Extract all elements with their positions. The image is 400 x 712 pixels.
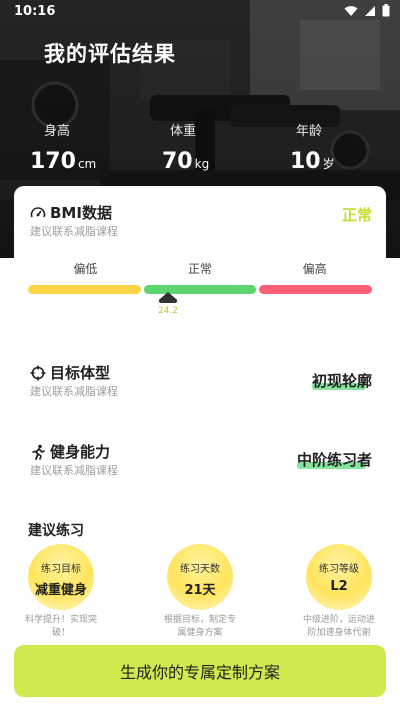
exercise-goal-value: 减重健身: [34, 583, 87, 598]
bmi-title: BMI数据: [50, 204, 112, 222]
exercise-days-desc: 根据目标，制定专属健身方案: [163, 615, 236, 638]
stat-age-value: 10: [290, 149, 321, 174]
bmi-pointer-icon: [159, 292, 177, 303]
stat-height: 身高 170 cm: [30, 120, 96, 174]
target-section-header: 目标体型: [30, 362, 110, 383]
fitness-title: 健身能力: [50, 443, 111, 461]
running-person-icon: [32, 444, 45, 460]
generate-plan-button[interactable]: 生成你的专属定制方案: [14, 645, 386, 697]
exercise-goal-label: 练习目标: [41, 564, 81, 575]
bmi-section-header: BMI数据: [30, 202, 112, 223]
bmi-subtitle: 建议联系减脂课程: [30, 225, 118, 238]
status-time: 10:16: [14, 4, 56, 19]
exercise-level-badge: 练习等级 L2: [306, 544, 372, 610]
exercise-item-days[interactable]: 练习天数 21天 根据目标，制定专属健身方案: [155, 544, 245, 640]
fitness-subtitle: 建议联系减脂课程: [30, 464, 118, 477]
stat-height-unit: cm: [77, 157, 97, 171]
stat-weight-label: 体重: [170, 124, 197, 139]
exercise-level-label: 练习等级: [319, 564, 359, 575]
exercise-level-desc: 中级进阶，运动进阶加速身体代谢: [302, 615, 375, 638]
exercise-item-goal[interactable]: 练习目标 减重健身 科学提升！实现突破！: [16, 544, 106, 640]
target-title: 目标体型: [50, 364, 111, 382]
target-subtitle: 建议联系减脂课程: [30, 385, 118, 398]
bmi-label-low: 偏低: [73, 262, 98, 276]
page-title: 我的评估结果: [44, 42, 176, 66]
speedometer-icon: [30, 206, 46, 217]
bmi-segment-low: [28, 285, 141, 294]
fitness-value: 中阶练习者: [296, 449, 372, 470]
stat-weight-value: 70: [162, 149, 193, 174]
crosshair-icon: [30, 365, 46, 380]
exercise-goal-desc: 科学提升！实现突破！: [24, 615, 97, 638]
stat-height-label: 身高: [44, 124, 71, 139]
exercise-section-title: 建议练习: [28, 523, 84, 539]
exercise-days-value: 21天: [184, 583, 216, 598]
exercise-item-level[interactable]: 练习等级 L2 中级进阶，运动进阶加速身体代谢: [294, 544, 384, 640]
bmi-value: 24.2: [158, 306, 179, 316]
exercise-goal-badge: 练习目标 减重健身: [28, 544, 94, 610]
bmi-label-high: 偏高: [302, 262, 327, 276]
exercise-days-label: 练习天数: [180, 564, 220, 575]
assessment-card: BMI数据 建议联系减脂课程 正常 偏低 正常 偏高 24.2 目标体型 建议联…: [14, 186, 386, 712]
exercise-level-value: L2: [330, 579, 348, 594]
bmi-scale: 偏低 正常 偏高 24.2: [28, 260, 373, 316]
signal-icon: [365, 5, 375, 16]
target-value: 初现轮廓: [311, 370, 372, 391]
stat-height-value: 170: [30, 149, 76, 174]
stat-weight-unit: kg: [194, 157, 210, 171]
stat-age-unit: 岁: [322, 157, 335, 171]
bmi-marker: 24.2: [158, 292, 178, 316]
bmi-scale-bar: [28, 285, 373, 294]
bmi-segment-high: [259, 285, 373, 294]
fitness-section-header: 健身能力: [30, 441, 110, 462]
status-icons: [344, 4, 390, 17]
bmi-status: 正常: [341, 206, 372, 224]
bmi-scale-labels: 偏低 正常 偏高: [28, 260, 372, 277]
stat-age: 年龄 10 岁: [290, 120, 335, 174]
battery-icon: [382, 4, 390, 17]
wifi-icon: [344, 5, 358, 16]
exercise-days-badge: 练习天数 21天: [167, 544, 233, 610]
status-bar: 10:16: [0, 0, 400, 24]
fitness-value-text: 中阶练习者: [296, 451, 372, 469]
stat-weight: 体重 70 kg: [162, 120, 209, 174]
target-value-text: 初现轮廓: [311, 372, 372, 390]
stat-age-label: 年龄: [296, 124, 323, 139]
bmi-label-normal: 正常: [188, 262, 213, 276]
